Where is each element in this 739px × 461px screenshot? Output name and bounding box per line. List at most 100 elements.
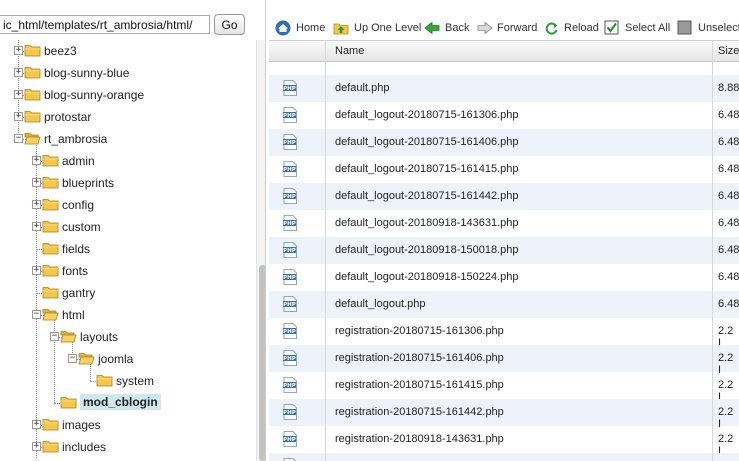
table-row[interactable]: PHP default_logout.php 6.48 xyxy=(269,291,739,318)
expand-toggle[interactable]: + xyxy=(32,442,41,451)
column-header-size[interactable]: Size xyxy=(718,45,739,57)
table-row[interactable]: PHP default_logout-20180715-161415.php 6.4… xyxy=(269,156,739,183)
path-input[interactable] xyxy=(0,15,210,34)
tree-item-config[interactable]: + config xyxy=(0,194,250,216)
tree-item-images[interactable]: + images xyxy=(0,414,250,436)
home-button[interactable]: Home xyxy=(275,17,325,39)
table-row[interactable]: PHP registration-20180918-143631.php 2.2 I xyxy=(269,426,739,457)
expand-toggle[interactable]: + xyxy=(32,420,41,429)
tree-item-beez3[interactable]: + beez3 xyxy=(0,40,250,62)
table-row[interactable]: PHP default_logout-20180918-150018.php 6.4… xyxy=(269,237,739,264)
column-header-name[interactable]: Name xyxy=(335,45,364,57)
expand-toggle[interactable]: + xyxy=(32,266,41,275)
up-one-level-button[interactable]: Up One Level xyxy=(333,17,421,39)
php-file-icon: PHP xyxy=(283,107,297,123)
reload-button[interactable]: Reload xyxy=(543,17,599,39)
table-row[interactable]: PHP default_logout-20180715-161442.php 6.4… xyxy=(269,183,739,210)
collapse-toggle[interactable]: − xyxy=(50,332,59,341)
tree-item-gantry[interactable]: gantry xyxy=(0,282,250,304)
file-name: default_logout-20180918-150018.php xyxy=(335,244,519,256)
table-row[interactable]: PHP registration-20180715-161306.php 2.2 I xyxy=(269,318,739,349)
file-size: 6.48 xyxy=(718,109,739,121)
svg-text:PHP: PHP xyxy=(283,356,296,362)
tree-item-label: beez3 xyxy=(44,44,77,58)
svg-text:PHP: PHP xyxy=(283,194,296,200)
select-all-button[interactable]: Select All xyxy=(604,17,670,39)
tree-item-includes[interactable]: + includes xyxy=(0,436,250,458)
reload-icon xyxy=(545,22,558,35)
svg-text:PHP: PHP xyxy=(283,302,296,308)
php-file-icon: PHP xyxy=(283,323,297,339)
svg-text:PHP: PHP xyxy=(283,329,296,335)
tree-item-mod-cblogin[interactable]: mod_cblogin xyxy=(0,392,250,414)
unselect-button[interactable]: Unselect xyxy=(677,17,739,39)
tree-item-label: joomla xyxy=(98,352,134,366)
reload-label: Reload xyxy=(564,22,599,34)
column-separator xyxy=(325,41,326,461)
table-row[interactable]: PHP default.php 8.88 xyxy=(269,75,739,102)
table-row[interactable]: PHP registration-20180715-161442.php 2.2 I xyxy=(269,399,739,430)
collapse-toggle[interactable]: − xyxy=(14,134,23,143)
tree-item-label: fonts xyxy=(62,264,89,278)
expand-toggle[interactable]: + xyxy=(32,222,41,231)
file-size: 6.48 xyxy=(718,163,739,175)
tree-item-layouts[interactable]: − layouts xyxy=(0,326,250,348)
tree-item-label: fields xyxy=(62,242,91,256)
go-button[interactable]: Go xyxy=(214,14,245,35)
folder-icon xyxy=(42,243,59,255)
folder-icon xyxy=(42,177,59,189)
tree-scrollbar[interactable] xyxy=(256,40,265,461)
expand-toggle[interactable]: + xyxy=(32,156,41,165)
tree-item-rt-ambrosia[interactable]: − rt_ambrosia xyxy=(0,128,250,150)
tree-item-joomla[interactable]: − joomla xyxy=(0,348,250,370)
expand-toggle[interactable]: + xyxy=(14,112,23,121)
table-row[interactable]: PHP default_logout-20180715-161306.php 6.4… xyxy=(269,102,739,129)
svg-text:PHP: PHP xyxy=(283,113,296,119)
tree-item-protostar[interactable]: + protostar xyxy=(0,106,250,128)
tree-item-label: rt_ambrosia xyxy=(44,132,108,146)
tree-item-blog-sunny-orange[interactable]: + blog-sunny-orange xyxy=(0,84,250,106)
collapse-toggle[interactable]: − xyxy=(32,310,41,319)
tree-item-label: images xyxy=(62,418,101,432)
folder-up-icon xyxy=(333,23,349,35)
expand-toggle[interactable]: + xyxy=(32,200,41,209)
folder-icon xyxy=(24,111,41,123)
forward-arrow-icon xyxy=(477,21,493,35)
tree-item-blog-sunny-blue[interactable]: + blog-sunny-blue xyxy=(0,62,250,84)
php-file-icon: PHP xyxy=(283,296,297,312)
expand-toggle[interactable]: + xyxy=(14,90,23,99)
folder-open-icon xyxy=(24,133,41,145)
select-all-label: Select All xyxy=(625,22,671,34)
up-one-level-label: Up One Level xyxy=(354,22,422,34)
table-row[interactable]: PHP default_logout-20180918-143631.php 6.4… xyxy=(269,210,739,237)
forward-button[interactable]: Forward xyxy=(476,17,537,39)
tree-item-admin[interactable]: + admin xyxy=(0,150,250,172)
table-row[interactable]: PHP default_logout-20180715-161406.php 6.4… xyxy=(269,129,739,156)
folder-icon xyxy=(96,375,113,387)
php-file-icon: PHP xyxy=(283,404,297,420)
folder-icon xyxy=(42,155,59,167)
svg-text:PHP: PHP xyxy=(283,221,296,227)
tree-item-system[interactable]: system xyxy=(0,370,250,392)
tree-item-fonts[interactable]: + fonts xyxy=(0,260,250,282)
table-row[interactable]: PHP registration-20180715-161415.php 2.2 I xyxy=(269,372,739,403)
tree-item-fields[interactable]: fields xyxy=(0,238,250,260)
php-file-icon: PHP xyxy=(283,188,297,204)
file-name: default_logout-20180715-161406.php xyxy=(335,136,519,148)
expand-toggle[interactable]: + xyxy=(14,68,23,77)
table-row[interactable]: PHPregistration-20180918-150018.php2.2 I xyxy=(269,453,739,461)
folder-tree-pane: Go + beez3 + blog-sunny-blue + blog-sunny-ora… xyxy=(0,0,266,461)
tree-item-blueprints[interactable]: + blueprints xyxy=(0,172,250,194)
expand-toggle[interactable]: + xyxy=(32,178,41,187)
tree-item-html[interactable]: − html xyxy=(0,304,250,326)
table-row[interactable]: PHP default_logout-20180918-150224.php 6.4… xyxy=(269,264,739,291)
folder-icon xyxy=(42,265,59,277)
collapse-toggle[interactable]: − xyxy=(68,354,77,363)
php-file-icon: PHP xyxy=(283,431,297,447)
back-button[interactable]: Back xyxy=(424,17,469,39)
php-file-icon: PHP xyxy=(283,350,297,366)
expand-toggle[interactable]: + xyxy=(14,46,23,55)
tree-scrollbar-thumb[interactable] xyxy=(259,265,265,461)
tree-item-custom[interactable]: + custom xyxy=(0,216,250,238)
table-row[interactable]: PHP registration-20180715-161406.php 2.2 I xyxy=(269,345,739,376)
